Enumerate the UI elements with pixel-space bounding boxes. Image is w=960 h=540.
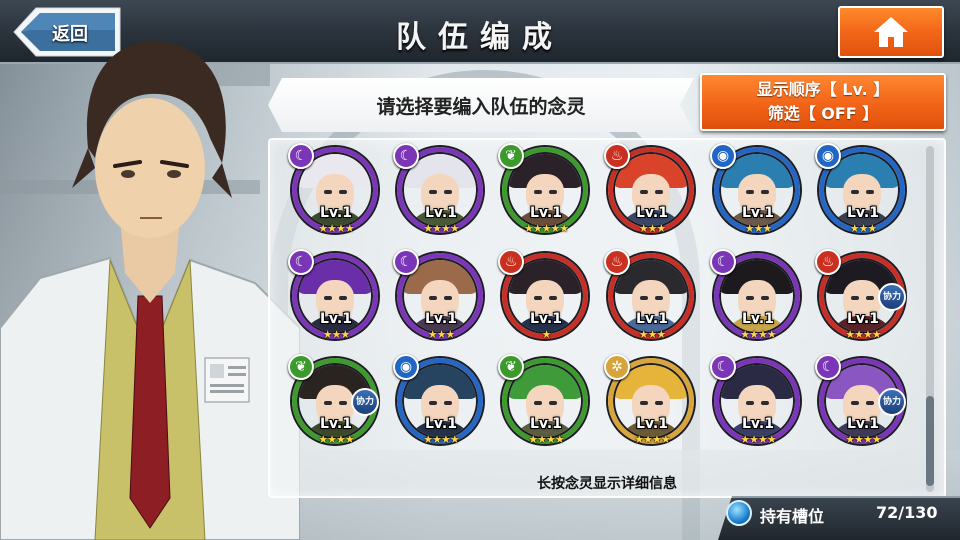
slot-count: 72/130	[876, 503, 938, 522]
home-button[interactable]	[838, 6, 944, 58]
assist-badge: 协力	[351, 388, 379, 416]
sort-filter-button[interactable]: 显示顺序【 Lv. 】 筛选【 OFF 】	[700, 73, 946, 131]
level-label: Lv.1	[530, 311, 562, 327]
rarity-stars: ★★★★	[740, 328, 776, 341]
element-dark-icon: ☾	[815, 354, 841, 380]
character-card[interactable]: ♨ Lv.1 ★	[498, 249, 594, 345]
slot-orb-icon	[726, 500, 752, 526]
character-card[interactable]: ☾ Lv.1 ★★★★ 协力	[815, 354, 911, 450]
grid-scrollbar[interactable]	[926, 146, 934, 492]
element-wind-icon: ❦	[498, 143, 524, 169]
character-card[interactable]: ❦ Lv.1 ★★★★ 协力	[288, 354, 384, 450]
element-fire-icon: ♨	[604, 143, 630, 169]
level-label: Lv.1	[320, 205, 352, 221]
element-water-icon: ◉	[393, 354, 419, 380]
level-label: Lv.1	[425, 416, 457, 432]
element-water-icon: ◉	[815, 143, 841, 169]
element-dark-icon: ☾	[710, 249, 736, 275]
rarity-stars: ★★★★	[318, 433, 354, 446]
rarity-stars: ★★★★★	[523, 222, 569, 235]
rarity-stars: ★★★★	[740, 433, 776, 446]
character-card[interactable]: ◉ Lv.1 ★★★	[710, 143, 806, 239]
long-press-hint: 长按念灵显示详细信息	[537, 476, 677, 492]
element-dark-icon: ☾	[288, 143, 314, 169]
character-card[interactable]: ♨ Lv.1 ★★★★ 协力	[815, 249, 911, 345]
element-water-icon: ◉	[710, 143, 736, 169]
character-portrait	[0, 41, 300, 540]
rarity-stars: ★	[541, 328, 552, 341]
character-card[interactable]: ◉ Lv.1 ★★★★	[393, 354, 489, 450]
rarity-stars: ★★★★	[423, 433, 459, 446]
rarity-stars: ★★★★	[423, 222, 459, 235]
level-label: Lv.1	[320, 416, 352, 432]
rarity-stars: ★★★★	[528, 433, 564, 446]
assist-badge: 协力	[878, 283, 906, 311]
level-label: Lv.1	[530, 205, 562, 221]
rarity-stars: ★★★	[427, 328, 456, 341]
element-wind-icon: ❦	[288, 354, 314, 380]
character-card[interactable]: ☾ Lv.1 ★★★★	[288, 143, 384, 239]
element-fire-icon: ♨	[604, 249, 630, 275]
level-label: Lv.1	[636, 205, 668, 221]
level-label: Lv.1	[847, 205, 879, 221]
element-dark-icon: ☾	[288, 249, 314, 275]
level-label: Lv.1	[742, 416, 774, 432]
level-label: Lv.1	[636, 416, 668, 432]
level-label: Lv.1	[425, 205, 457, 221]
character-card[interactable]: ☾ Lv.1 ★★★	[288, 249, 384, 345]
rarity-stars: ★★★	[744, 222, 773, 235]
character-card[interactable]: ☾ Lv.1 ★★★★	[710, 249, 806, 345]
level-label: Lv.1	[320, 311, 352, 327]
level-label: Lv.1	[742, 311, 774, 327]
character-card[interactable]: ☾ Lv.1 ★★★	[393, 249, 489, 345]
element-dark-icon: ☾	[393, 143, 419, 169]
select-prompt-banner: 请选择要编入队伍的念灵	[268, 78, 694, 132]
character-card[interactable]: ◉ Lv.1 ★★★	[815, 143, 911, 239]
character-card[interactable]: ✲ Lv.1 ★★★★	[604, 354, 700, 450]
rarity-stars: ★★★★	[845, 328, 881, 341]
element-dark-icon: ☾	[393, 249, 419, 275]
slot-label: 持有槽位	[760, 507, 825, 526]
level-label: Lv.1	[636, 311, 668, 327]
select-prompt-text: 请选择要编入队伍的念灵	[376, 96, 586, 118]
level-label: Lv.1	[742, 205, 774, 221]
element-fire-icon: ♨	[815, 249, 841, 275]
rarity-stars: ★★★	[638, 328, 667, 341]
home-icon	[874, 17, 908, 47]
character-card[interactable]: ♨ Lv.1 ★★★	[604, 249, 700, 345]
level-label: Lv.1	[530, 416, 562, 432]
element-light-icon: ✲	[604, 354, 630, 380]
rarity-stars: ★★★★	[318, 222, 354, 235]
assist-badge: 协力	[878, 388, 906, 416]
element-dark-icon: ☾	[710, 354, 736, 380]
rarity-stars: ★★★★	[634, 433, 670, 446]
filter-label: 筛选【 OFF 】	[767, 104, 879, 123]
character-card[interactable]: ☾ Lv.1 ★★★★	[393, 143, 489, 239]
character-card[interactable]: ♨ Lv.1 ★★★	[604, 143, 700, 239]
sort-order-label: 显示顺序【 Lv. 】	[756, 80, 890, 99]
rarity-stars: ★★★	[322, 328, 351, 341]
element-wind-icon: ❦	[498, 354, 524, 380]
element-fire-icon: ♨	[498, 249, 524, 275]
character-card[interactable]: ☾ Lv.1 ★★★★	[710, 354, 806, 450]
character-card[interactable]: ❦ Lv.1 ★★★★	[498, 354, 594, 450]
level-label: Lv.1	[847, 416, 879, 432]
level-label: Lv.1	[425, 311, 457, 327]
rarity-stars: ★★★	[849, 222, 878, 235]
rarity-stars: ★★★	[638, 222, 667, 235]
level-label: Lv.1	[847, 311, 879, 327]
rarity-stars: ★★★★	[845, 433, 881, 446]
character-card[interactable]: ❦ Lv.1 ★★★★★	[498, 143, 594, 239]
